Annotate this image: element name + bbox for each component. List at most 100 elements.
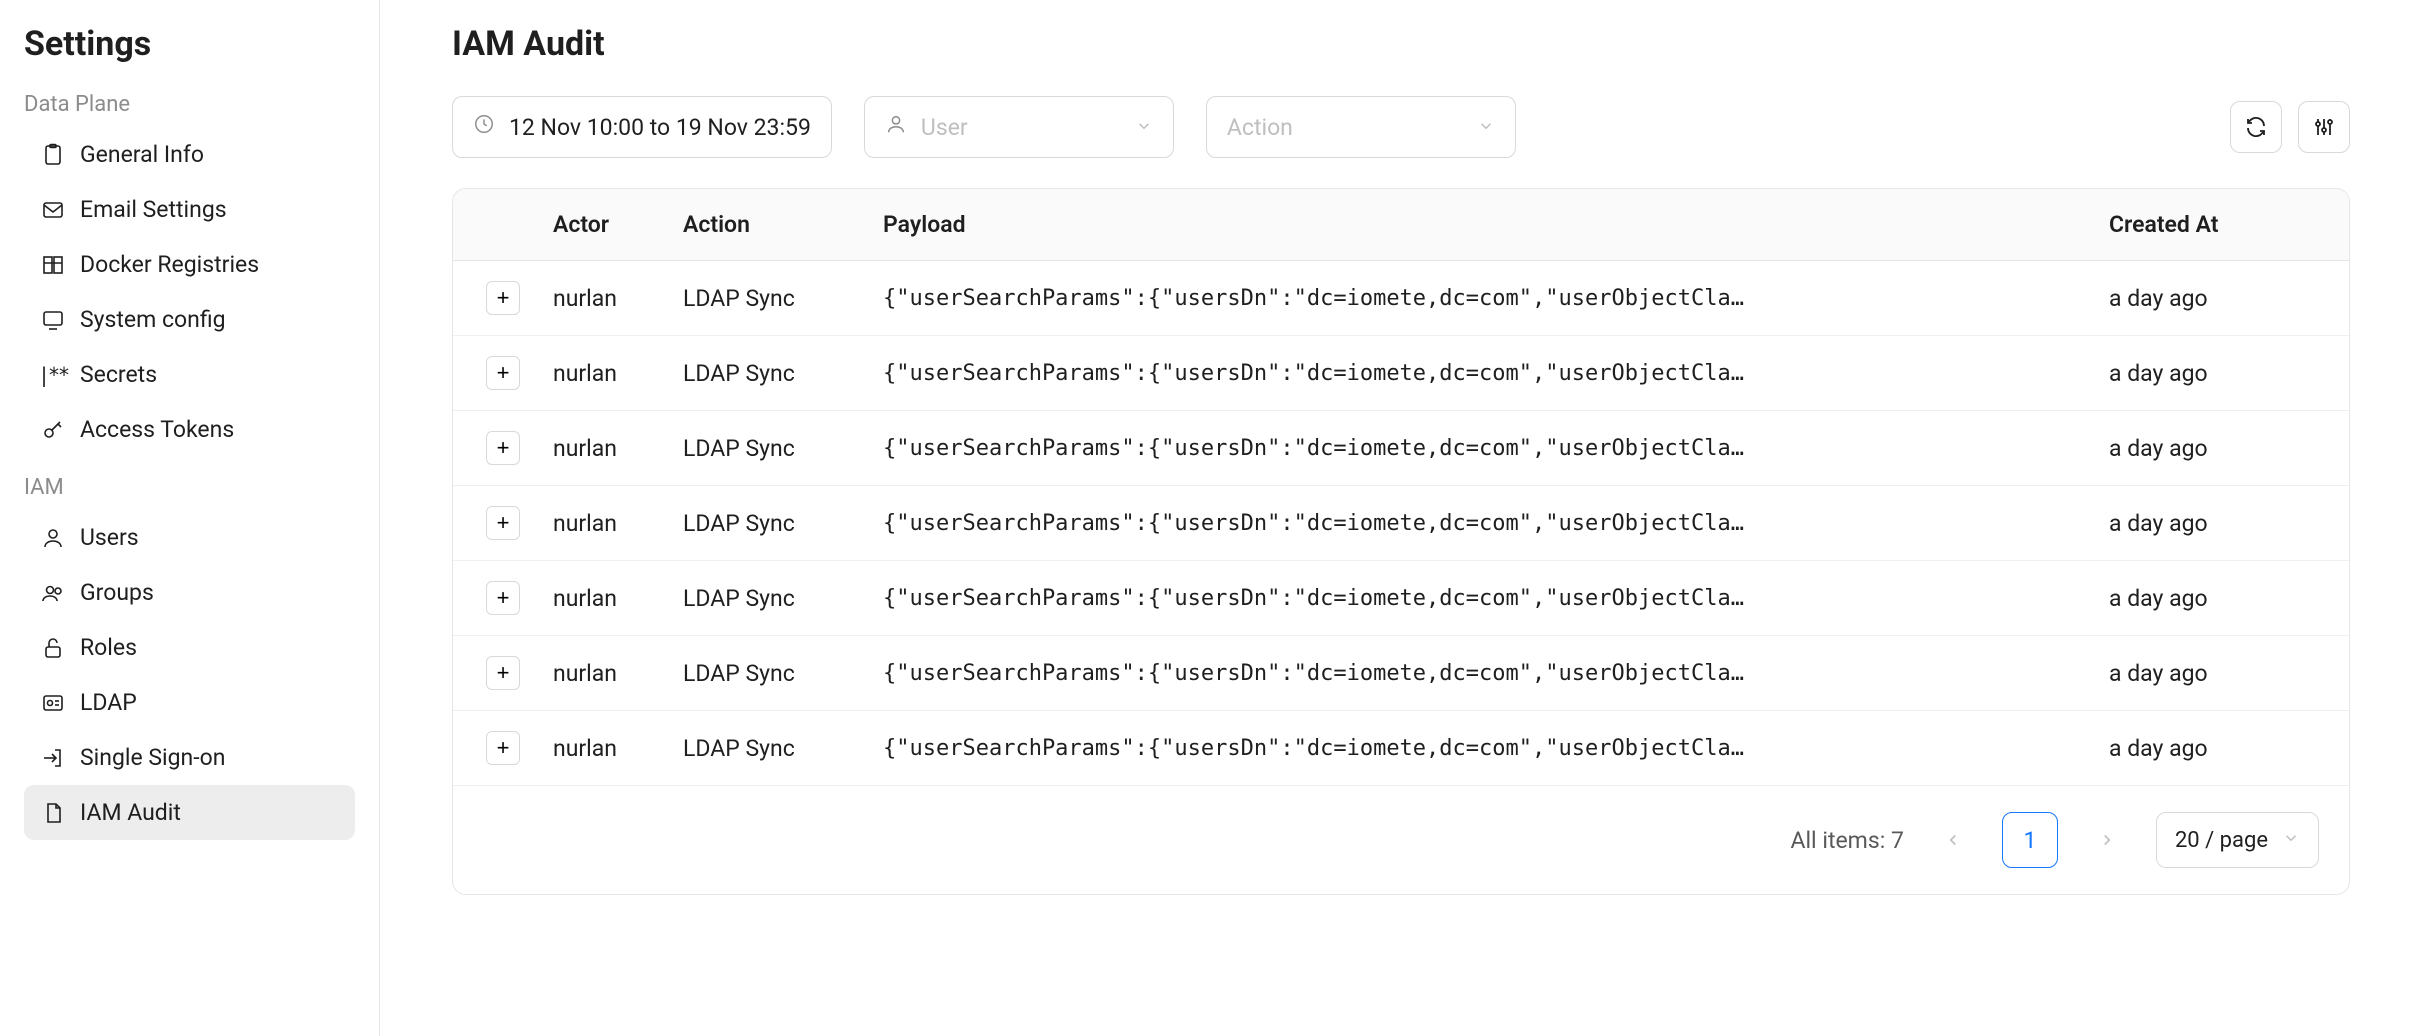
sidebar-item-label: Roles bbox=[80, 634, 137, 661]
cell-created: a day ago bbox=[2109, 510, 2349, 537]
sidebar-item-label: Email Settings bbox=[80, 196, 227, 223]
key-icon bbox=[40, 417, 66, 443]
user-filter-select[interactable]: User bbox=[864, 96, 1174, 158]
sidebar-item-label: Single Sign-on bbox=[80, 744, 225, 771]
cell-created: a day ago bbox=[2109, 735, 2349, 762]
expand-row-button[interactable]: + bbox=[486, 656, 520, 690]
settings-sidebar: Settings Data Plane General Info Email S… bbox=[0, 0, 380, 1036]
table-footer: All items: 7 1 20 / page bbox=[453, 785, 2349, 894]
sidebar-item-docker-registries[interactable]: Docker Registries bbox=[24, 237, 355, 292]
cell-action: LDAP Sync bbox=[683, 435, 883, 462]
cell-actor: nurlan bbox=[553, 585, 683, 612]
sidebar-item-secrets[interactable]: |** Secrets bbox=[24, 347, 355, 402]
cell-created: a day ago bbox=[2109, 435, 2349, 462]
cell-created: a day ago bbox=[2109, 285, 2349, 312]
column-header-created: Created At bbox=[2109, 211, 2349, 238]
file-icon bbox=[40, 800, 66, 826]
table-row: +nurlanLDAP Sync{"userSearchParams":{"us… bbox=[453, 711, 2349, 785]
main-content: IAM Audit 12 Nov 10:00 to 19 Nov 23:59 U… bbox=[380, 0, 2422, 1036]
sidebar-item-label: Users bbox=[80, 524, 139, 551]
cell-payload: {"userSearchParams":{"usersDn":"dc=iomet… bbox=[883, 286, 2109, 311]
table-row: +nurlanLDAP Sync{"userSearchParams":{"us… bbox=[453, 636, 2349, 711]
table-row: + nurlanLDAP Sync{"userSearchParams":{"us… bbox=[453, 261, 2349, 336]
login-icon bbox=[40, 745, 66, 771]
sidebar-item-label: IAM Audit bbox=[80, 799, 181, 826]
sidebar-item-groups[interactable]: Groups bbox=[24, 565, 355, 620]
sidebar-item-access-tokens[interactable]: Access Tokens bbox=[24, 402, 355, 457]
cell-actor: nurlan bbox=[553, 510, 683, 537]
cell-payload: {"userSearchParams":{"usersDn":"dc=iomet… bbox=[883, 661, 2109, 686]
audit-table: Actor Action Payload Created At +nurlanL… bbox=[452, 188, 2350, 895]
refresh-icon bbox=[2244, 115, 2268, 139]
date-range-picker[interactable]: 12 Nov 10:00 to 19 Nov 23:59 bbox=[452, 96, 832, 158]
cell-action: LDAP Sync bbox=[683, 285, 883, 312]
table-row: +nurlanLDAP Sync{"userSearchParams":{"us… bbox=[453, 411, 2349, 486]
next-page-button[interactable] bbox=[2082, 815, 2132, 865]
cell-payload: {"userSearchParams":{"usersDn":"dc=iomet… bbox=[883, 361, 2109, 386]
action-filter-select[interactable]: Action bbox=[1206, 96, 1516, 158]
refresh-button[interactable] bbox=[2230, 101, 2282, 153]
cell-actor: nurlan bbox=[553, 735, 683, 762]
user-filter-placeholder: User bbox=[921, 114, 968, 141]
column-header-action: Action bbox=[683, 211, 883, 238]
monitor-icon bbox=[40, 307, 66, 333]
cell-action: LDAP Sync bbox=[683, 360, 883, 387]
table-row: + nurlanLDAP Sync{"userSearchParams":{"us… bbox=[453, 336, 2349, 411]
sidebar-item-label: Docker Registries bbox=[80, 251, 259, 278]
sidebar-item-email-settings[interactable]: Email Settings bbox=[24, 182, 355, 237]
sidebar-item-single-sign-on[interactable]: Single Sign-on bbox=[24, 730, 355, 785]
section-label-data-plane: Data Plane bbox=[24, 92, 355, 117]
user-icon bbox=[885, 113, 907, 141]
sidebar-item-ldap[interactable]: LDAP bbox=[24, 675, 355, 730]
cell-payload: {"userSearchParams":{"usersDn":"dc=iomet… bbox=[883, 436, 2109, 461]
cell-created: a day ago bbox=[2109, 360, 2349, 387]
chevron-down-icon bbox=[2282, 828, 2300, 853]
sidebar-item-general-info[interactable]: General Info bbox=[24, 127, 355, 182]
cell-payload: {"userSearchParams":{"usersDn":"dc=iomet… bbox=[883, 586, 2109, 611]
clipboard-icon bbox=[40, 142, 66, 168]
cell-action: LDAP Sync bbox=[683, 660, 883, 687]
sidebar-item-system-config[interactable]: System config bbox=[24, 292, 355, 347]
page-size-select[interactable]: 20 / page bbox=[2156, 812, 2319, 868]
expand-row-button[interactable]: + bbox=[486, 731, 520, 765]
settings-sliders-button[interactable] bbox=[2298, 101, 2350, 153]
sidebar-item-label: Access Tokens bbox=[80, 416, 234, 443]
chevron-down-icon bbox=[1135, 114, 1153, 141]
column-header-actor: Actor bbox=[553, 211, 683, 238]
cell-actor: nurlan bbox=[553, 285, 683, 312]
cell-payload: {"userSearchParams":{"usersDn":"dc=iomet… bbox=[883, 511, 2109, 536]
prev-page-button[interactable] bbox=[1928, 815, 1978, 865]
page-title: IAM Audit bbox=[452, 24, 2350, 64]
clock-icon bbox=[473, 113, 495, 141]
expand-row-button[interactable]: + bbox=[486, 356, 520, 390]
expand-row-button[interactable]: + bbox=[486, 281, 520, 315]
sidebar-item-label: System config bbox=[80, 306, 226, 333]
sidebar-item-iam-audit[interactable]: IAM Audit bbox=[24, 785, 355, 840]
expand-row-button[interactable]: + bbox=[486, 506, 520, 540]
users-icon bbox=[40, 580, 66, 606]
sidebar-title: Settings bbox=[24, 24, 355, 64]
user-icon bbox=[40, 525, 66, 551]
chevron-down-icon bbox=[1477, 114, 1495, 141]
date-range-value: 12 Nov 10:00 to 19 Nov 23:59 bbox=[509, 114, 811, 141]
cell-actor: nurlan bbox=[553, 360, 683, 387]
expand-row-button[interactable]: + bbox=[486, 581, 520, 615]
mail-icon bbox=[40, 197, 66, 223]
cell-action: LDAP Sync bbox=[683, 735, 883, 762]
sidebar-item-roles[interactable]: Roles bbox=[24, 620, 355, 675]
table-header: Actor Action Payload Created At bbox=[453, 189, 2349, 261]
column-header-payload: Payload bbox=[883, 211, 2109, 238]
expand-row-button[interactable]: + bbox=[486, 431, 520, 465]
sidebar-item-label: Groups bbox=[80, 579, 154, 606]
secrets-icon: |** bbox=[40, 362, 66, 388]
page-size-label: 20 / page bbox=[2175, 828, 2268, 853]
sidebar-item-users[interactable]: Users bbox=[24, 510, 355, 565]
section-label-iam: IAM bbox=[24, 475, 355, 500]
sidebar-item-label: General Info bbox=[80, 141, 204, 168]
current-page[interactable]: 1 bbox=[2002, 812, 2058, 868]
table-row: +nurlanLDAP Sync{"userSearchParams":{"us… bbox=[453, 561, 2349, 636]
cell-action: LDAP Sync bbox=[683, 510, 883, 537]
cell-created: a day ago bbox=[2109, 585, 2349, 612]
idcard-icon bbox=[40, 690, 66, 716]
sliders-icon bbox=[2312, 115, 2336, 139]
